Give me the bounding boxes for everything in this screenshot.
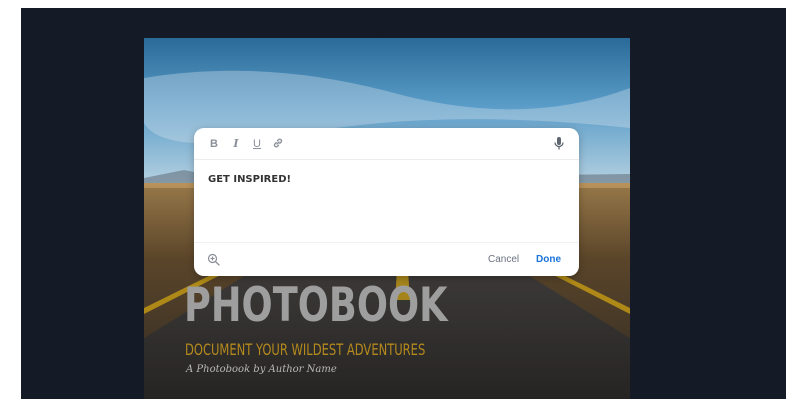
italic-button[interactable]: I (231, 137, 241, 151)
cover-author-line[interactable]: A Photobook by Author Name (186, 364, 337, 375)
editor-footer: Cancel Done (194, 242, 579, 276)
cancel-button[interactable]: Cancel (488, 254, 519, 265)
microphone-icon[interactable] (553, 136, 565, 150)
done-button[interactable]: Done (536, 254, 561, 265)
cover-subtitle[interactable]: DOCUMENT YOUR WILDEST ADVENTURES (185, 342, 425, 358)
formatting-toolbar: B I U (194, 128, 579, 160)
link-icon[interactable] (272, 137, 284, 151)
editor-text-content[interactable]: GET INSPIRED! (208, 174, 291, 185)
underline-button[interactable]: U (252, 137, 262, 151)
text-editor-popup: B I U GET INSPIRED! Cancel Done (194, 128, 579, 276)
bold-button[interactable]: B (209, 137, 219, 151)
text-input-area[interactable]: GET INSPIRED! (194, 160, 579, 242)
cover-title[interactable]: PHOTOBOOK (184, 282, 448, 329)
zoom-in-icon[interactable] (207, 253, 220, 271)
